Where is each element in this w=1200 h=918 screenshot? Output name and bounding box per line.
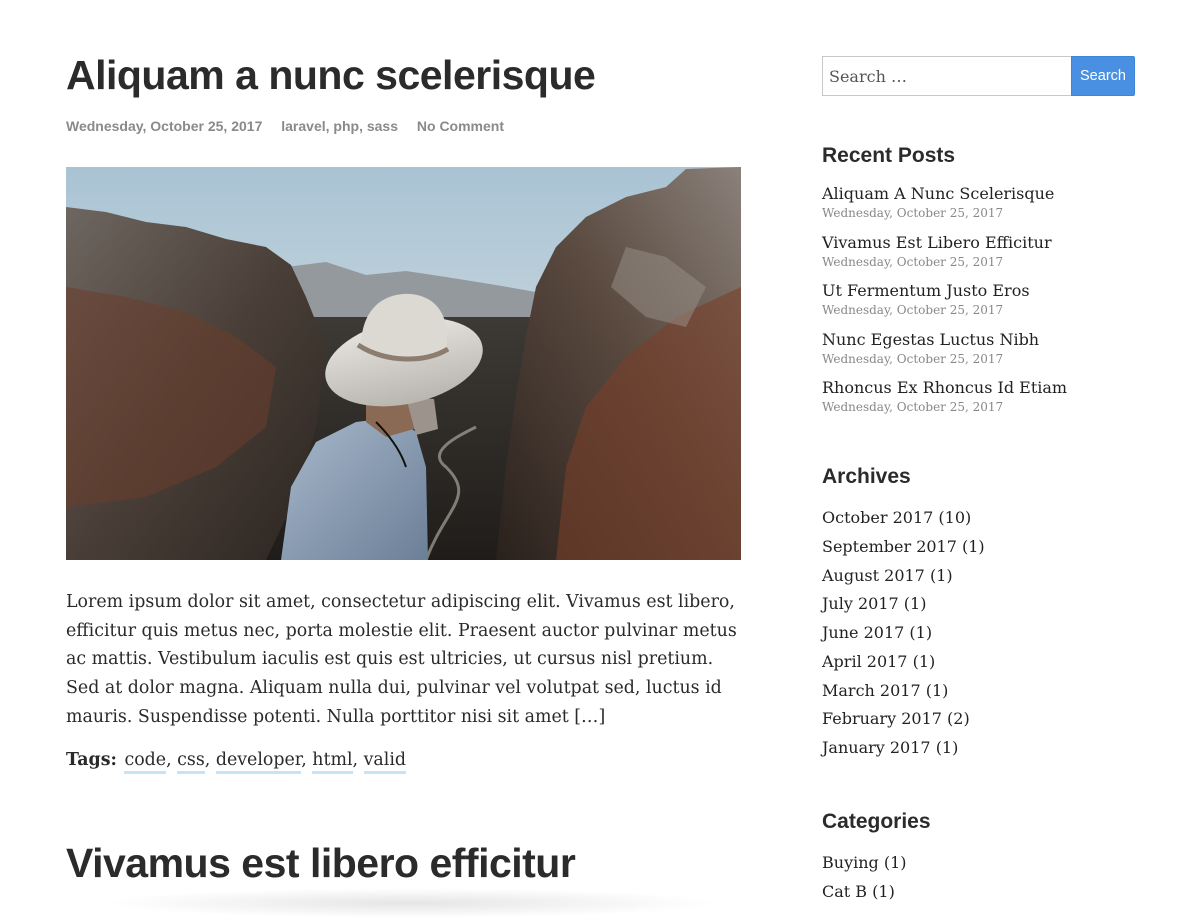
- post-title[interactable]: Aliquam a nunc scelerisque: [66, 55, 596, 96]
- recent-post-date: Wednesday, October 25, 2017: [822, 351, 1004, 366]
- archive-link[interactable]: January 2017: [822, 738, 931, 757]
- archive-item: January 2017 (1): [822, 736, 985, 765]
- featured-image-shadow: [100, 888, 720, 918]
- recent-post-item: Nunc Egestas Luctus Nibh Wednesday, Octo…: [822, 329, 1067, 378]
- archive-count: (1): [962, 536, 985, 556]
- post-date-link[interactable]: Wednesday, October 25, 2017: [66, 118, 262, 134]
- recent-post-link[interactable]: Aliquam A Nunc Scelerisque: [822, 183, 1067, 205]
- post-categories: laravel, php, sass: [281, 118, 398, 134]
- archive-count: (2): [947, 709, 970, 729]
- recent-post-link[interactable]: Rhoncus Ex Rhoncus Id Etiam: [822, 377, 1067, 399]
- search-input[interactable]: [822, 56, 1071, 96]
- tags-label: Tags:: [66, 750, 117, 770]
- tag-link[interactable]: valid: [363, 750, 407, 774]
- category-item: Cat B (1): [822, 880, 907, 909]
- recent-post-link[interactable]: Vivamus Est Libero Efficitur: [822, 232, 1067, 254]
- archive-link[interactable]: July 2017: [822, 594, 899, 613]
- recent-post-date: Wednesday, October 25, 2017: [822, 303, 1004, 317]
- post-tags: Tags: code, css, developer, html, valid: [66, 750, 407, 774]
- recent-post-item: Ut Fermentum Justo Eros Wednesday, Octob…: [822, 280, 1067, 329]
- recent-posts-list: Aliquam A Nunc Scelerisque Wednesday, Oc…: [822, 183, 1067, 426]
- category-count: (1): [872, 881, 895, 901]
- archive-item: August 2017 (1): [822, 564, 985, 593]
- tag-link[interactable]: code: [124, 750, 167, 774]
- recent-post-item: Aliquam A Nunc Scelerisque Wednesday, Oc…: [822, 183, 1067, 232]
- archive-link[interactable]: September 2017: [822, 537, 957, 556]
- search-form: Search: [822, 56, 1135, 96]
- category-link[interactable]: Cat B: [822, 882, 867, 901]
- archive-item: June 2017 (1): [822, 621, 985, 650]
- archive-item: March 2017 (1): [822, 679, 985, 708]
- recent-post-link[interactable]: Nunc Egestas Luctus Nibh: [822, 329, 1067, 351]
- archive-item: September 2017 (1): [822, 535, 985, 564]
- archive-count: (1): [912, 651, 936, 671]
- post-excerpt: Lorem ipsum dolor sit amet, consectetur …: [66, 592, 737, 727]
- archive-count: (1): [903, 594, 927, 614]
- archive-count: (1): [929, 565, 953, 585]
- post-title[interactable]: Vivamus est libero efficitur: [66, 843, 576, 884]
- tag-link[interactable]: developer: [215, 750, 302, 774]
- category-link[interactable]: laravel: [281, 118, 325, 134]
- category-link[interactable]: php: [333, 118, 359, 134]
- category-item: Buying (1): [822, 851, 907, 880]
- archive-item: October 2017 (10): [822, 506, 985, 535]
- search-button[interactable]: Search: [1071, 56, 1135, 96]
- archives-list: October 2017 (10) September 2017 (1) Aug…: [822, 506, 985, 765]
- archive-item: February 2017 (2): [822, 707, 985, 736]
- recent-post-date: Wednesday, October 25, 2017: [822, 206, 1004, 220]
- archive-link[interactable]: June 2017: [822, 623, 904, 642]
- recent-post-date: Wednesday, October 25, 2017: [822, 254, 1004, 269]
- archive-count: (1): [909, 623, 933, 642]
- archive-count: (10): [938, 508, 972, 527]
- recent-post-link[interactable]: Ut Fermentum Justo Eros: [822, 280, 1067, 302]
- archive-item: April 2017 (1): [822, 650, 985, 679]
- archive-link[interactable]: October 2017: [822, 508, 933, 527]
- post-meta: Wednesday, October 25, 2017 laravel, php…: [66, 118, 504, 134]
- categories-title: Categories: [822, 810, 931, 833]
- archive-link[interactable]: April 2017: [822, 652, 907, 671]
- archive-link[interactable]: August 2017: [822, 566, 925, 585]
- recent-post-item: Vivamus Est Libero Efficitur Wednesday, …: [822, 232, 1067, 281]
- tag-link[interactable]: html: [312, 750, 353, 774]
- archive-item: July 2017 (1): [822, 592, 985, 621]
- recent-posts-title: Recent Posts: [822, 144, 956, 167]
- category-count: (1): [883, 853, 907, 872]
- comments-link[interactable]: No Comment: [417, 118, 504, 134]
- archive-count: (1): [935, 738, 959, 757]
- recent-post-date: Wednesday, October 25, 2017: [822, 400, 1004, 414]
- archives-title: Archives: [822, 465, 911, 488]
- category-link[interactable]: sass: [367, 118, 398, 134]
- archive-count: (1): [925, 680, 949, 700]
- tag-link[interactable]: css: [177, 750, 205, 774]
- archive-link[interactable]: February 2017: [822, 709, 942, 728]
- featured-image[interactable]: [66, 167, 741, 560]
- category-link[interactable]: Buying: [822, 853, 879, 872]
- recent-post-item: Rhoncus Ex Rhoncus Id Etiam Wednesday, O…: [822, 377, 1067, 426]
- archive-link[interactable]: March 2017: [822, 681, 921, 700]
